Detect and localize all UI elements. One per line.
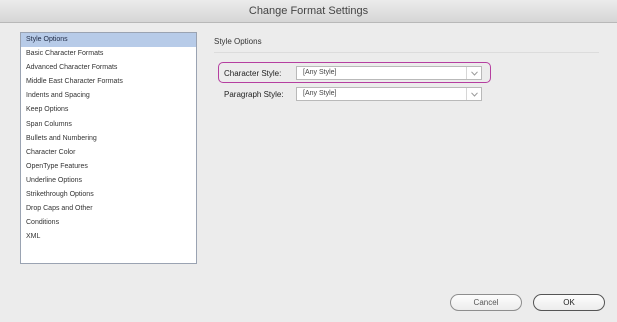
sidebar-item-advanced-character-formats[interactable]: Advanced Character Formats bbox=[21, 61, 196, 75]
dialog-title: Change Format Settings bbox=[0, 0, 617, 23]
paragraph-style-value: [Any Style] bbox=[303, 90, 337, 97]
cancel-button[interactable]: Cancel bbox=[450, 294, 522, 311]
sidebar-item-bullets-and-numbering[interactable]: Bullets and Numbering bbox=[21, 132, 196, 146]
ok-button[interactable]: OK bbox=[533, 294, 605, 311]
sidebar-item-indents-and-spacing[interactable]: Indents and Spacing bbox=[21, 89, 196, 103]
sidebar-item-underline-options[interactable]: Underline Options bbox=[21, 174, 196, 188]
character-style-select[interactable]: [Any Style] bbox=[296, 66, 482, 80]
paragraph-style-row: Paragraph Style: [Any Style] bbox=[224, 86, 482, 102]
sidebar-item-character-color[interactable]: Character Color bbox=[21, 146, 196, 160]
settings-category-list[interactable]: Style Options Basic Character Formats Ad… bbox=[20, 32, 197, 264]
character-style-row: Character Style: [Any Style] bbox=[224, 65, 482, 81]
character-style-value: [Any Style] bbox=[303, 69, 337, 76]
section-divider bbox=[214, 52, 599, 53]
sidebar-item-strikethrough-options[interactable]: Strikethrough Options bbox=[21, 188, 196, 202]
change-format-settings-dialog: Change Format Settings Style Options Bas… bbox=[0, 0, 617, 322]
sidebar-item-middle-east-character-formats[interactable]: Middle East Character Formats bbox=[21, 75, 196, 89]
sidebar-item-keep-options[interactable]: Keep Options bbox=[21, 103, 196, 117]
sidebar-item-style-options[interactable]: Style Options bbox=[21, 33, 196, 48]
paragraph-style-select[interactable]: [Any Style] bbox=[296, 87, 482, 101]
chevron-down-icon bbox=[466, 67, 481, 79]
section-title: Style Options bbox=[214, 37, 262, 46]
sidebar-item-drop-caps-and-other[interactable]: Drop Caps and Other bbox=[21, 202, 196, 216]
sidebar-item-basic-character-formats[interactable]: Basic Character Formats bbox=[21, 47, 196, 61]
sidebar-item-span-columns[interactable]: Span Columns bbox=[21, 118, 196, 132]
chevron-down-icon bbox=[466, 88, 481, 100]
sidebar-item-opentype-features[interactable]: OpenType Features bbox=[21, 160, 196, 174]
sidebar-item-conditions[interactable]: Conditions bbox=[21, 216, 196, 230]
sidebar-item-xml[interactable]: XML bbox=[21, 230, 196, 244]
paragraph-style-label: Paragraph Style: bbox=[224, 89, 284, 99]
character-style-label: Character Style: bbox=[224, 68, 282, 78]
